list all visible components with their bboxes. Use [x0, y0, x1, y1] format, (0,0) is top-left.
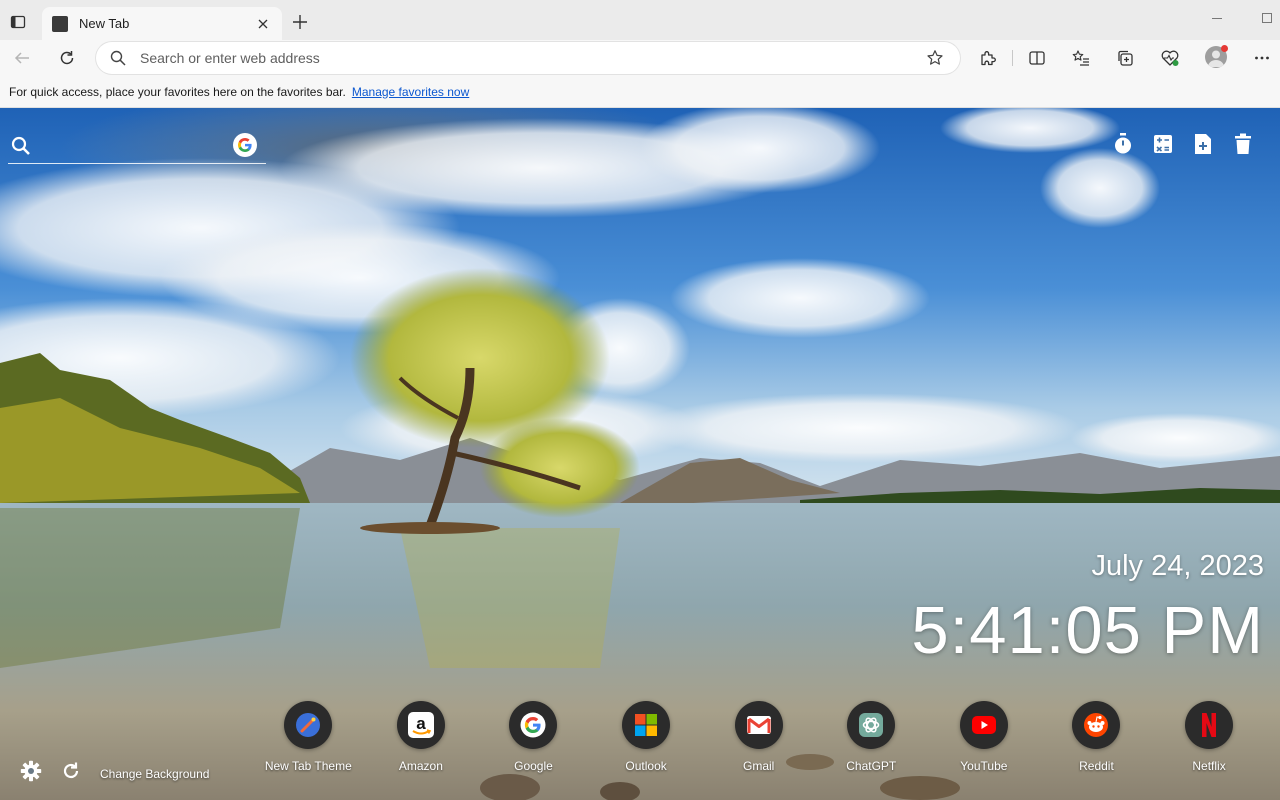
refresh-icon: [60, 51, 74, 65]
tab-actions-icon: [10, 15, 26, 29]
top-right-tools: [1112, 132, 1254, 156]
timer-button[interactable]: [1112, 132, 1134, 156]
address-bar[interactable]: [96, 42, 960, 74]
refresh-button[interactable]: [55, 46, 79, 70]
shortcut-label: YouTube: [960, 759, 1008, 773]
tab-favicon-icon: [52, 15, 68, 32]
shortcut-label: ChatGPT: [846, 759, 897, 773]
puzzle-icon: [981, 51, 996, 66]
minimize-button[interactable]: [1212, 18, 1222, 19]
favorites-list-icon: [1072, 50, 1089, 66]
maximize-button[interactable]: [1262, 13, 1272, 23]
netflix-icon: [1185, 701, 1234, 749]
search-icon: [11, 136, 30, 155]
extensions-button[interactable]: [976, 46, 1000, 70]
gear-icon: [20, 760, 42, 782]
date-display: July 24, 2023: [1091, 550, 1264, 582]
gmail-icon: [734, 701, 783, 749]
trash-icon: [1235, 133, 1251, 154]
shortcut-label: New Tab Theme: [264, 759, 352, 773]
toolbar: [0, 40, 1280, 76]
google-icon: [509, 701, 558, 749]
favorites-bar-text: For quick access, place your favorites h…: [9, 84, 346, 99]
reddit-icon: [1072, 701, 1121, 749]
shortcut-netflix[interactable]: Netflix: [1153, 701, 1266, 773]
shortcut-label: Gmail: [743, 759, 775, 773]
manage-favorites-link[interactable]: Manage favorites now: [352, 85, 469, 99]
split-screen-icon: [1029, 51, 1045, 65]
collections-button[interactable]: [1113, 46, 1137, 70]
web-search-box[interactable]: [8, 132, 266, 164]
plus-icon: [293, 15, 307, 29]
chatgpt-icon: [847, 701, 896, 749]
add-note-button[interactable]: [1192, 132, 1214, 156]
back-arrow-icon: [14, 52, 29, 64]
new-tab-button[interactable]: [288, 10, 312, 34]
youtube-icon: [959, 701, 1008, 749]
shortcut-label: Netflix: [1192, 759, 1226, 773]
search-icon: [110, 50, 126, 66]
shortcut-label: Google: [514, 759, 553, 773]
settings-button[interactable]: [18, 758, 44, 784]
new-tab-page: July 24, 2023 5:41:05 PM New Tab Theme a…: [0, 108, 1280, 800]
change-background-link[interactable]: Change Background: [100, 767, 209, 781]
shortcut-outlook[interactable]: Outlook: [590, 701, 703, 773]
clock-display: 5:41:05 PM: [911, 593, 1264, 668]
settings-and-more-button[interactable]: [1250, 46, 1274, 70]
back-button[interactable]: [10, 46, 34, 70]
svg-text:a: a: [416, 714, 426, 733]
delete-button[interactable]: [1232, 132, 1254, 156]
shortcut-google[interactable]: Google: [477, 701, 590, 773]
bottom-left-controls: Change Background: [18, 758, 209, 784]
shortcut-amazon[interactable]: a Amazon: [365, 701, 478, 773]
shortcut-label: Reddit: [1079, 759, 1114, 773]
tab-title: New Tab: [79, 16, 130, 31]
amazon-icon: a: [396, 701, 445, 749]
favorite-star-button[interactable]: [924, 47, 946, 69]
tab-new-tab[interactable]: New Tab: [42, 7, 282, 40]
tab-actions-button[interactable]: [6, 10, 30, 34]
collections-icon: [1118, 50, 1133, 66]
web-search-input[interactable]: [36, 136, 226, 158]
shortcut-chatgpt[interactable]: ChatGPT: [815, 701, 928, 773]
shortcut-reddit[interactable]: Reddit: [1040, 701, 1153, 773]
address-input[interactable]: [140, 50, 900, 66]
tab-strip: New Tab: [0, 0, 1280, 40]
google-icon: [238, 138, 252, 152]
calculator-icon: [1154, 135, 1172, 153]
refresh-icon: [63, 762, 79, 779]
lake-tree-wallpaper: [0, 108, 1280, 800]
search-engine-button[interactable]: [233, 133, 257, 157]
favorites-bar: For quick access, place your favorites h…: [0, 76, 1280, 108]
shortcut-label: Amazon: [398, 759, 443, 773]
profile-notification-badge: [1221, 45, 1228, 52]
heart-pulse-icon: [1161, 50, 1179, 66]
calculator-button[interactable]: [1152, 132, 1174, 156]
note-add-icon: [1195, 134, 1211, 154]
shortcut-label: Outlook: [625, 759, 667, 773]
new-tab-theme-icon: [284, 701, 333, 749]
more-dots-icon: [1255, 56, 1269, 60]
favorites-button[interactable]: [1069, 46, 1093, 70]
shortcut-tiles: New Tab Theme a Amazon Google Outlook Gm…: [252, 701, 1265, 773]
browser-essentials-button[interactable]: [1158, 46, 1182, 70]
refresh-background-button[interactable]: [58, 758, 84, 784]
shortcut-youtube[interactable]: YouTube: [928, 701, 1041, 773]
toolbar-separator: [1012, 50, 1013, 66]
outlook-icon: [622, 701, 671, 749]
star-icon: [927, 50, 943, 65]
shortcut-gmail[interactable]: Gmail: [702, 701, 815, 773]
shortcut-new-tab-theme[interactable]: New Tab Theme: [252, 701, 365, 773]
split-screen-button[interactable]: [1025, 46, 1049, 70]
tab-close-icon[interactable]: [254, 15, 272, 33]
stopwatch-icon: [1115, 133, 1131, 154]
